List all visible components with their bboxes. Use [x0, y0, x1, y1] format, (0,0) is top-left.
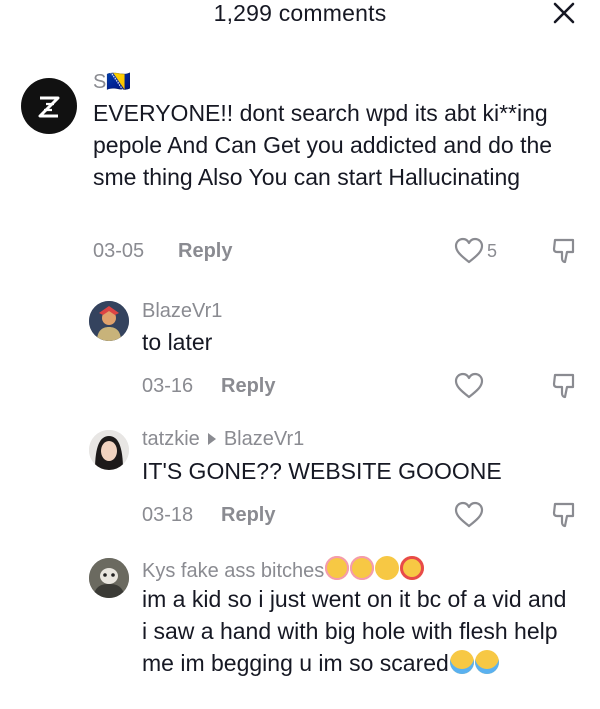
smiling-face-with-hearts-emoji: [350, 556, 375, 580]
comment-text: to later: [142, 329, 213, 355]
comment-text: im a kid so i just went on it bc of a vi…: [142, 586, 567, 676]
dislike-icon[interactable]: [552, 237, 578, 265]
profile-photo-icon: [89, 430, 129, 470]
comment-text: EVERYONE!! dont search wpd its abt ki**i…: [93, 100, 553, 190]
heart-icon[interactable]: [454, 501, 484, 529]
reply-button[interactable]: Reply: [221, 504, 275, 527]
comment-text: IT'S GONE?? WEBSITE GOOONE: [142, 458, 502, 484]
avatar[interactable]: [89, 301, 129, 341]
commenter-name[interactable]: tatzkie: [142, 428, 200, 450]
reply-button[interactable]: Reply: [178, 240, 232, 263]
heart-icon[interactable]: [454, 237, 484, 265]
avatar[interactable]: [89, 558, 129, 598]
dislike-icon[interactable]: [552, 372, 578, 400]
close-icon[interactable]: [551, 0, 577, 26]
like-count: 5: [487, 241, 498, 261]
reply-button[interactable]: Reply: [221, 375, 275, 398]
comment-username[interactable]: S🇧🇦: [93, 69, 131, 94]
profile-photo-icon: [89, 301, 129, 341]
avatar[interactable]: [21, 78, 77, 134]
avatar[interactable]: [89, 430, 129, 470]
replied-to-name[interactable]: BlazeVr1: [224, 428, 304, 450]
comment-count-title: 1,299 comments: [213, 0, 387, 26]
profile-photo-icon: [89, 558, 129, 598]
reply-arrow-icon: [207, 433, 216, 446]
comment-username: tatzkie BlazeVr1: [142, 428, 304, 451]
loudly-crying-face-emoji: [449, 650, 474, 674]
comment-username[interactable]: Kys fake ass bitches: [142, 556, 425, 583]
smiling-face-emoji: [375, 556, 400, 580]
star-struck-emoji: [400, 556, 425, 580]
dislike-icon[interactable]: [552, 501, 578, 529]
loudly-crying-face-emoji: [474, 650, 499, 674]
comment-date: 03-18: [142, 504, 194, 526]
smiling-face-with-hearts-emoji: [325, 556, 350, 580]
heart-icon[interactable]: [454, 372, 484, 400]
comment-date: 03-05: [93, 240, 145, 262]
comment-username[interactable]: BlazeVr1: [142, 300, 222, 323]
comment-date: 03-16: [142, 375, 194, 397]
logo-avatar-icon: [38, 96, 60, 118]
comments-header: 1,299 comments: [0, 0, 600, 30]
